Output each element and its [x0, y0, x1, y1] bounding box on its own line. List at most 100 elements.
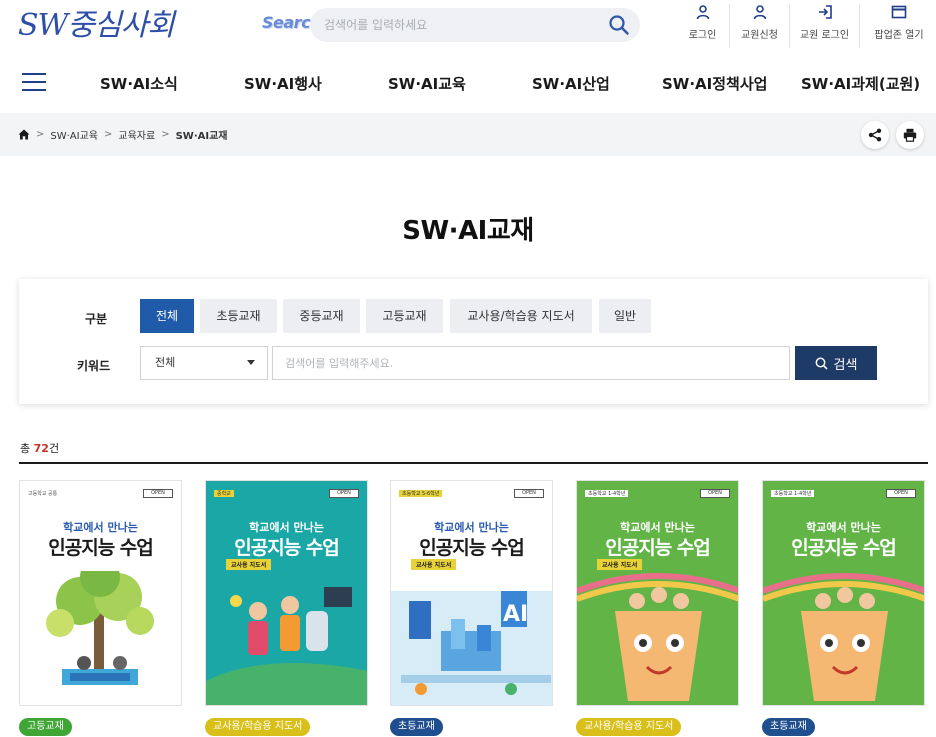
cover-grade-tag: 중학교: [214, 490, 234, 497]
breadcrumb-item[interactable]: 교육자료: [118, 127, 155, 142]
category-general[interactable]: 일반: [599, 299, 651, 333]
nav-item-events[interactable]: SW·AI행사: [244, 73, 322, 94]
cover-grade-tag: 고등학교 공통: [28, 491, 58, 497]
teacher-apply-link[interactable]: 교원신청: [730, 4, 790, 48]
open-license-badge-icon: OPEN: [143, 489, 173, 498]
global-search-input[interactable]: [324, 8, 594, 42]
cover-grade-tag: 초등학교 1-4학년: [771, 490, 815, 497]
teacher-login-label: 교원 로그인: [799, 30, 850, 41]
breadcrumb-item[interactable]: SW·AI교육: [50, 127, 98, 142]
login-icon: [818, 5, 832, 19]
category-high[interactable]: 고등교재: [366, 299, 443, 333]
hamburger-menu-icon[interactable]: [22, 73, 46, 93]
category-badge: 교사용/학습용 지도서: [205, 718, 311, 736]
open-license-badge-icon: OPEN: [700, 489, 730, 498]
cup-mascot-illustration-icon: [763, 573, 924, 701]
logo-text: SW중심사회: [18, 8, 175, 43]
cover-subtitle: 교사용 지도서: [226, 559, 272, 570]
user-icon: [696, 5, 709, 20]
breadcrumb-current: SW·AI교재: [175, 131, 228, 142]
book-card[interactable]: 초등학교 5-6학년 OPEN 학교에서 만나는 인공지능 수업 교사용 지도서…: [390, 480, 553, 736]
teacher-apply-label: 교원신청: [741, 30, 778, 41]
book-card[interactable]: 고등학교 공통 OPEN 학교에서 만나는 인공지능 수업 고등교재: [19, 480, 182, 736]
category-elementary[interactable]: 초등교재: [200, 299, 277, 333]
city-ai-illustration-icon: AI: [391, 591, 552, 705]
select-value: 전체: [155, 356, 176, 369]
book-cover[interactable]: 고등학교 공통 OPEN 학교에서 만나는 인공지능 수업: [19, 480, 182, 706]
print-button[interactable]: [896, 121, 924, 149]
login-link[interactable]: 로그인: [676, 4, 730, 48]
book-cover[interactable]: 중학교 OPEN 학교에서 만나는 인공지능 수업 교사용 지도서: [205, 480, 368, 706]
category-badge: 초등교재: [390, 718, 443, 736]
cover-title-line2: 인공지능 수업: [234, 537, 340, 559]
chevron-right-icon: >: [104, 129, 113, 140]
nav-item-industry[interactable]: SW·AI산업: [532, 73, 610, 94]
search-scope-select[interactable]: 전체: [140, 346, 268, 380]
book-cover[interactable]: 초등학교 1-4학년 OPEN 학교에서 만나는 인공지능 수업 교사용 지도서: [576, 480, 739, 706]
cover-title-line2: 인공지능 수업: [791, 537, 897, 559]
category-label: 구분: [85, 312, 108, 326]
main-nav: SW·AI소식 SW·AI행사 SW·AI교육 SW·AI산업 SW·AI정책사…: [0, 55, 936, 113]
nav-item-education[interactable]: SW·AI교육: [388, 73, 466, 94]
popup-zone-label: 팝업존 열기: [874, 30, 924, 41]
cover-subtitle: 교사용 지도서: [411, 559, 457, 570]
search-button[interactable]: 검색: [795, 346, 877, 380]
keyword-label: 키워드: [77, 359, 111, 373]
book-card[interactable]: 초등학교 1-4학년 OPEN 학교에서 만나는 인공지능 수업 초등교재: [762, 480, 925, 736]
breadcrumb: > SW·AI교육 > 교육자료 > SW·AI교재: [18, 127, 228, 142]
search-icon[interactable]: [608, 14, 630, 36]
chevron-right-icon: >: [36, 129, 45, 140]
book-card[interactable]: 중학교 OPEN 학교에서 만나는 인공지능 수업 교사용 지도서 교사용/학습…: [205, 480, 368, 736]
book-cover[interactable]: 초등학교 1-4학년 OPEN 학교에서 만나는 인공지능 수업: [762, 480, 925, 706]
divider: [19, 462, 928, 464]
svg-text:AI: AI: [503, 602, 528, 627]
category-teacher-guide[interactable]: 교사용/학습용 지도서: [450, 299, 592, 333]
login-label: 로그인: [688, 30, 717, 41]
cup-mascot-illustration-icon: [577, 573, 738, 701]
window-icon: [891, 5, 907, 19]
share-icon: [868, 128, 882, 142]
total-count: 72: [33, 442, 49, 455]
header: SW중심사회 Search 로그인 교원신청 교원 로그인: [0, 0, 936, 55]
book-card[interactable]: 초등학교 1-4학년 OPEN 학교에서 만나는 인공지능 수업 교사용 지도서…: [576, 480, 739, 736]
filter-panel: 구분 전체 초등교재 중등교재 고등교재 교사용/학습용 지도서 일반 키워드 …: [19, 279, 928, 404]
category-badge: 초등교재: [762, 718, 815, 736]
open-license-badge-icon: OPEN: [329, 489, 359, 498]
nav-item-policy[interactable]: SW·AI정책사업: [662, 73, 767, 94]
category-all[interactable]: 전체: [140, 299, 194, 333]
nav-item-news[interactable]: SW·AI소식: [100, 73, 178, 94]
caret-down-icon: [247, 360, 255, 365]
cover-title-line2: 인공지능 수업: [419, 537, 525, 559]
result-count: 총 72건: [20, 440, 59, 456]
nav-item-tasks[interactable]: SW·AI과제(교원): [801, 73, 920, 94]
print-icon: [903, 128, 917, 142]
popup-zone-toggle[interactable]: 팝업존 열기: [864, 4, 934, 48]
search-box: [310, 8, 640, 42]
home-icon[interactable]: [18, 129, 30, 140]
site-logo[interactable]: SW중심사회: [18, 6, 175, 46]
total-suffix: 건: [48, 442, 60, 455]
global-search: Search: [262, 8, 642, 42]
share-button[interactable]: [861, 121, 889, 149]
category-badge: 고등교재: [19, 718, 72, 736]
cover-title-line2: 인공지능 수업: [605, 537, 711, 559]
search-button-label: 검색: [833, 357, 858, 373]
open-license-badge-icon: OPEN: [514, 489, 544, 498]
search-icon: [815, 357, 828, 370]
page-title: SW·AI교재: [402, 216, 534, 246]
book-cover[interactable]: 초등학교 5-6학년 OPEN 학교에서 만나는 인공지능 수업 교사용 지도서…: [390, 480, 553, 706]
chevron-right-icon: >: [161, 129, 170, 140]
cover-grade-tag: 초등학교 1-4학년: [585, 490, 629, 497]
cover-subtitle: 교사용 지도서: [597, 559, 643, 570]
category-badge: 교사용/학습용 지도서: [576, 718, 682, 736]
open-license-badge-icon: OPEN: [886, 489, 916, 498]
keyword-input[interactable]: [272, 346, 790, 380]
cover-title-line2: 인공지능 수업: [48, 537, 154, 559]
category-middle[interactable]: 중등교재: [283, 299, 360, 333]
teacher-login-link[interactable]: 교원 로그인: [790, 4, 860, 48]
user-icon: [753, 5, 766, 20]
tree-illustration-icon: [46, 571, 154, 685]
total-prefix: 총: [20, 442, 34, 455]
students-illustration-icon: [206, 587, 367, 705]
cover-grade-tag: 초등학교 5-6학년: [399, 490, 443, 497]
